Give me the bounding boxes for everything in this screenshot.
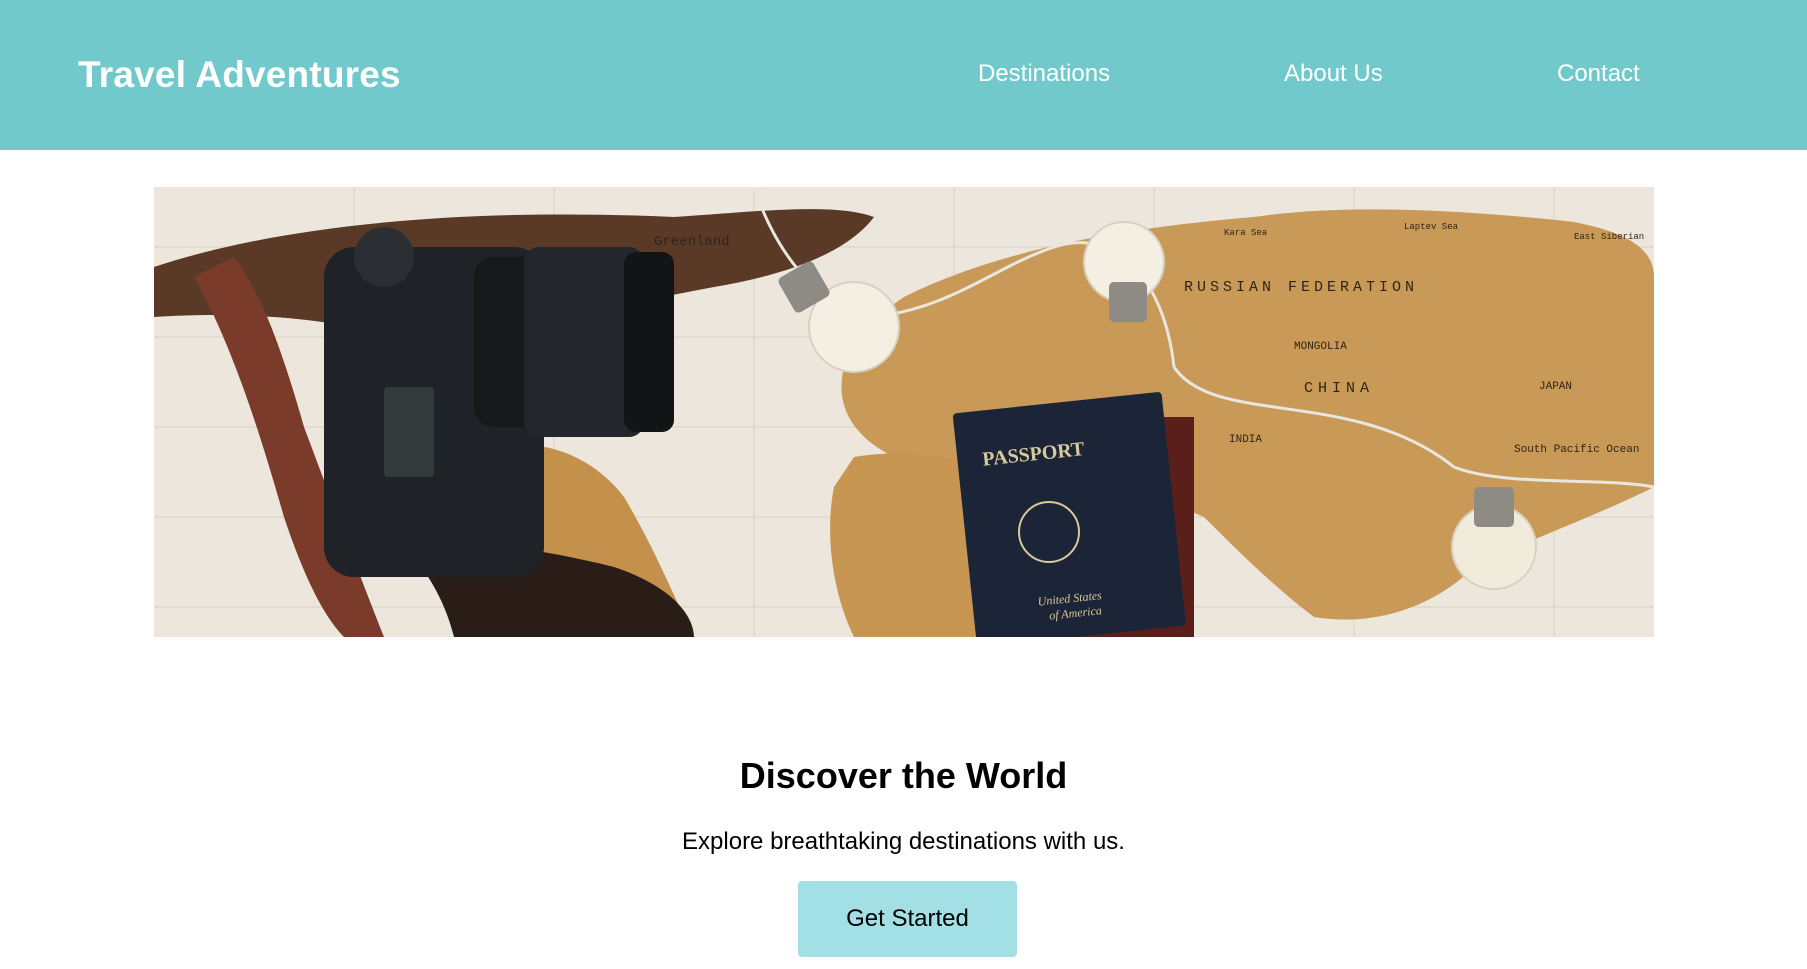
page-subtitle: Explore breathtaking destinations with u… <box>682 828 1125 855</box>
nav-link-about-us[interactable]: About Us <box>1284 60 1383 88</box>
get-started-button[interactable]: Get Started <box>798 881 1017 957</box>
map-label-mongolia: MONGOLIA <box>1294 341 1347 353</box>
page-title: Discover the World <box>739 755 1068 796</box>
hero-image: Greenland RUSSIAN FEDERATION MONGOLIA CH… <box>154 187 1654 637</box>
nav-link-destinations[interactable]: Destinations <box>978 60 1110 88</box>
map-label-china: CHINA <box>1304 380 1374 397</box>
nav-link-contact[interactable]: Contact <box>1557 60 1640 88</box>
map-label-greenland: Greenland <box>654 234 730 250</box>
site-brand[interactable]: Travel Adventures <box>78 54 401 96</box>
map-label-pacific: South Pacific Ocean <box>1514 444 1639 456</box>
map-label-kara-sea: Kara Sea <box>1224 228 1268 238</box>
map-label-east-siberian: East Siberian <box>1574 232 1644 242</box>
map-label-japan: JAPAN <box>1539 381 1572 393</box>
hero-illustration: Greenland RUSSIAN FEDERATION MONGOLIA CH… <box>154 187 1654 637</box>
site-header: Travel Adventures Destinations About Us … <box>0 0 1807 150</box>
map-label-india: INDIA <box>1229 434 1262 446</box>
map-label-laptev-sea: Laptev Sea <box>1404 222 1459 232</box>
map-label-russia: RUSSIAN FEDERATION <box>1184 279 1418 296</box>
